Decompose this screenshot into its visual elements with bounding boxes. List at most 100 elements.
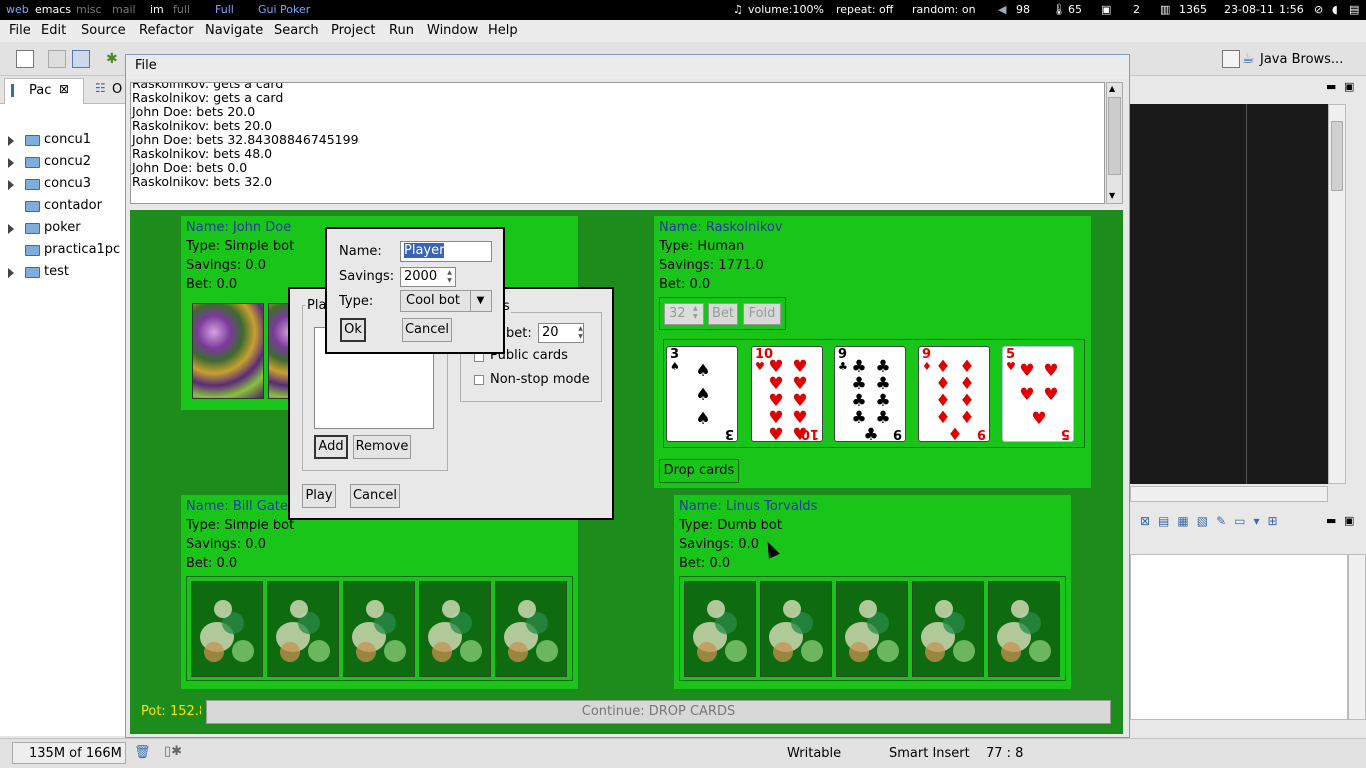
continue-button[interactable]: Continue: DROP CARDS [206, 700, 1111, 724]
console-scrollbar[interactable] [1348, 554, 1366, 720]
editor-hscrollbar[interactable] [1130, 486, 1328, 502]
minimize-icon[interactable]: ▬ [1326, 514, 1336, 527]
suit-pip-icon: ♠ [695, 408, 711, 429]
menu-run[interactable]: Run [389, 23, 414, 38]
open-perspective-icon[interactable] [1222, 50, 1240, 68]
workspace-misc[interactable]: misc [76, 3, 102, 16]
debug-icon[interactable]: ✱ [106, 50, 124, 68]
fold-button[interactable]: Fold [743, 303, 781, 325]
editor-scrollbar[interactable] [1328, 104, 1346, 484]
menu-bar: File Edit Source Refactor Navigate Searc… [0, 20, 1366, 42]
minimize-icon[interactable]: ▬ [1326, 80, 1336, 93]
money-card-back [912, 581, 984, 677]
ok-button[interactable]: Ok [340, 318, 366, 342]
add-player-button[interactable]: Add [314, 435, 348, 459]
suit-pip-icon: ♥ [1019, 384, 1035, 405]
workspace-mail[interactable]: mail [112, 3, 136, 16]
bet-amount-input[interactable]: 32 [664, 303, 704, 325]
menu-project[interactable]: Project [331, 23, 375, 38]
scroll-up-icon[interactable]: ▲ [1109, 84, 1115, 93]
menu-source[interactable]: Source [81, 23, 126, 38]
non-stop-label: Non-stop mode [490, 372, 590, 387]
chip-icon [953, 640, 975, 662]
menu-search[interactable]: Search [274, 23, 319, 38]
play-button[interactable]: Play [302, 484, 336, 508]
print-icon[interactable] [72, 50, 90, 68]
money-card-back [419, 581, 491, 677]
money-card-back [760, 581, 832, 677]
new-item-icon[interactable]: ▯✱ [164, 744, 182, 759]
log-scrollbar[interactable]: ▲ ▼ [1106, 82, 1123, 204]
spinner-icon[interactable]: ▲ ▼ [445, 269, 454, 285]
spinner-icon[interactable]: ▲ ▼ [576, 325, 585, 341]
chip-icon [1001, 642, 1021, 662]
tree-item-label: practica1pc [44, 242, 121, 257]
maximize-icon[interactable]: ▣ [1344, 514, 1354, 527]
thermometer-icon: 🌡 [1052, 3, 1066, 16]
log-line: John Doe: bets 20.0 [132, 104, 256, 119]
money-card-back [267, 581, 339, 677]
tab-outline-label[interactable]: O [112, 82, 122, 97]
chip-icon [707, 600, 725, 618]
maximize-icon[interactable]: ▣ [1344, 80, 1354, 93]
playing-card[interactable]: 9 ♣ ♣ ♣ ♣ ♣ ♣ ♣ ♣ ♣ ♣ 9 [834, 346, 906, 444]
poker-menu-file[interactable]: File [135, 58, 157, 73]
workspace-full-lower[interactable]: full [173, 3, 190, 16]
tree-item-concu1[interactable]: concu1 [0, 130, 125, 152]
menu-refactor[interactable]: Refactor [139, 23, 194, 38]
card-rank-bottom: 10 [800, 426, 819, 441]
tree-item-poker[interactable]: poker [0, 218, 125, 240]
workspace-emacs[interactable]: emacs [35, 3, 71, 16]
new-icon[interactable] [16, 50, 34, 68]
tree-item-practica1pc[interactable]: practica1pc [0, 240, 125, 262]
log-line: John Doe: bets 0.0 [132, 160, 248, 175]
close-icon[interactable]: ⊠ [59, 82, 69, 96]
workspace-full[interactable]: Full [215, 3, 234, 16]
bet-spinner-icon[interactable]: ▲ ▼ [693, 305, 698, 321]
remove-player-button[interactable]: Remove [353, 435, 411, 459]
expand-arrow-icon[interactable] [8, 224, 14, 234]
tree-item-concu2[interactable]: concu2 [0, 152, 125, 174]
expand-arrow-icon[interactable] [8, 268, 14, 278]
speaker-icon: ◖ [1332, 3, 1338, 16]
playing-card[interactable]: 10 ♥ ♥ ♥ ♥ ♥ ♥ ♥ ♥ ♥ ♥ ♥ 10 [751, 346, 823, 444]
status-bar: 135M of 166M 🗑 ▯✱ Writable Smart Insert … [0, 738, 1366, 768]
menu-navigate[interactable]: Navigate [205, 23, 263, 38]
console-area [1130, 554, 1348, 720]
playing-card[interactable]: 9 ♦ ♦ ♦ ♦ ♦ ♦ ♦ ♦ ♦ ♦ 9 [918, 346, 990, 444]
playing-card[interactable]: 5 ♥ ♥ ♥ ♥ ♥ ♥ 5 [1002, 346, 1074, 442]
game-log[interactable]: Raskolnikov: gets a card Raskolnikov: ge… [130, 82, 1105, 204]
volume-status: volume:100% [748, 3, 824, 16]
menu-help[interactable]: Help [488, 23, 518, 38]
expand-arrow-icon[interactable] [8, 180, 14, 190]
type-select[interactable]: Cool bot ▼ [400, 290, 492, 312]
non-stop-checkbox[interactable] [474, 375, 484, 385]
folder-icon [25, 245, 40, 256]
perspective-java-browsing[interactable]: Java Brows... [1260, 52, 1343, 67]
trash-icon[interactable]: 🗑 [134, 745, 151, 760]
chevron-down-icon[interactable]: ▼ [470, 291, 490, 311]
save-icon[interactable] [48, 50, 66, 68]
scroll-down-icon[interactable]: ▼ [1109, 191, 1115, 200]
tree-item-test[interactable]: test [0, 262, 125, 284]
tree-item-contador[interactable]: contador [0, 196, 125, 218]
new-game-cancel-button[interactable]: Cancel [350, 484, 400, 508]
expand-arrow-icon[interactable] [8, 136, 14, 146]
expand-arrow-icon[interactable] [8, 158, 14, 168]
workspace-im[interactable]: im [150, 3, 164, 16]
menu-file[interactable]: File [9, 23, 31, 38]
menu-edit[interactable]: Edit [41, 23, 66, 38]
menu-window[interactable]: Window [427, 23, 478, 38]
name-input[interactable]: Player [400, 241, 492, 262]
workspace-web[interactable]: web [6, 3, 29, 16]
tab-package-explorer[interactable]: Pac ⊠ [4, 78, 84, 104]
drop-cards-button[interactable]: Drop cards [659, 459, 739, 483]
tree-item-concu3[interactable]: concu3 [0, 174, 125, 196]
bet-button[interactable]: Bet [708, 303, 738, 325]
player-cancel-button[interactable]: Cancel [402, 318, 452, 342]
scrollbar-thumb[interactable] [1108, 97, 1121, 175]
playing-card[interactable]: 3 ♠ ♠ ♠ ♠ 3 [666, 346, 738, 442]
view-toolbar-icons[interactable]: ⊠▤▦▧✎▭▾⊞ [1140, 514, 1340, 534]
workspace-gui-poker[interactable]: Gui Poker [258, 3, 310, 16]
scrollbar-thumb[interactable] [1331, 121, 1343, 191]
